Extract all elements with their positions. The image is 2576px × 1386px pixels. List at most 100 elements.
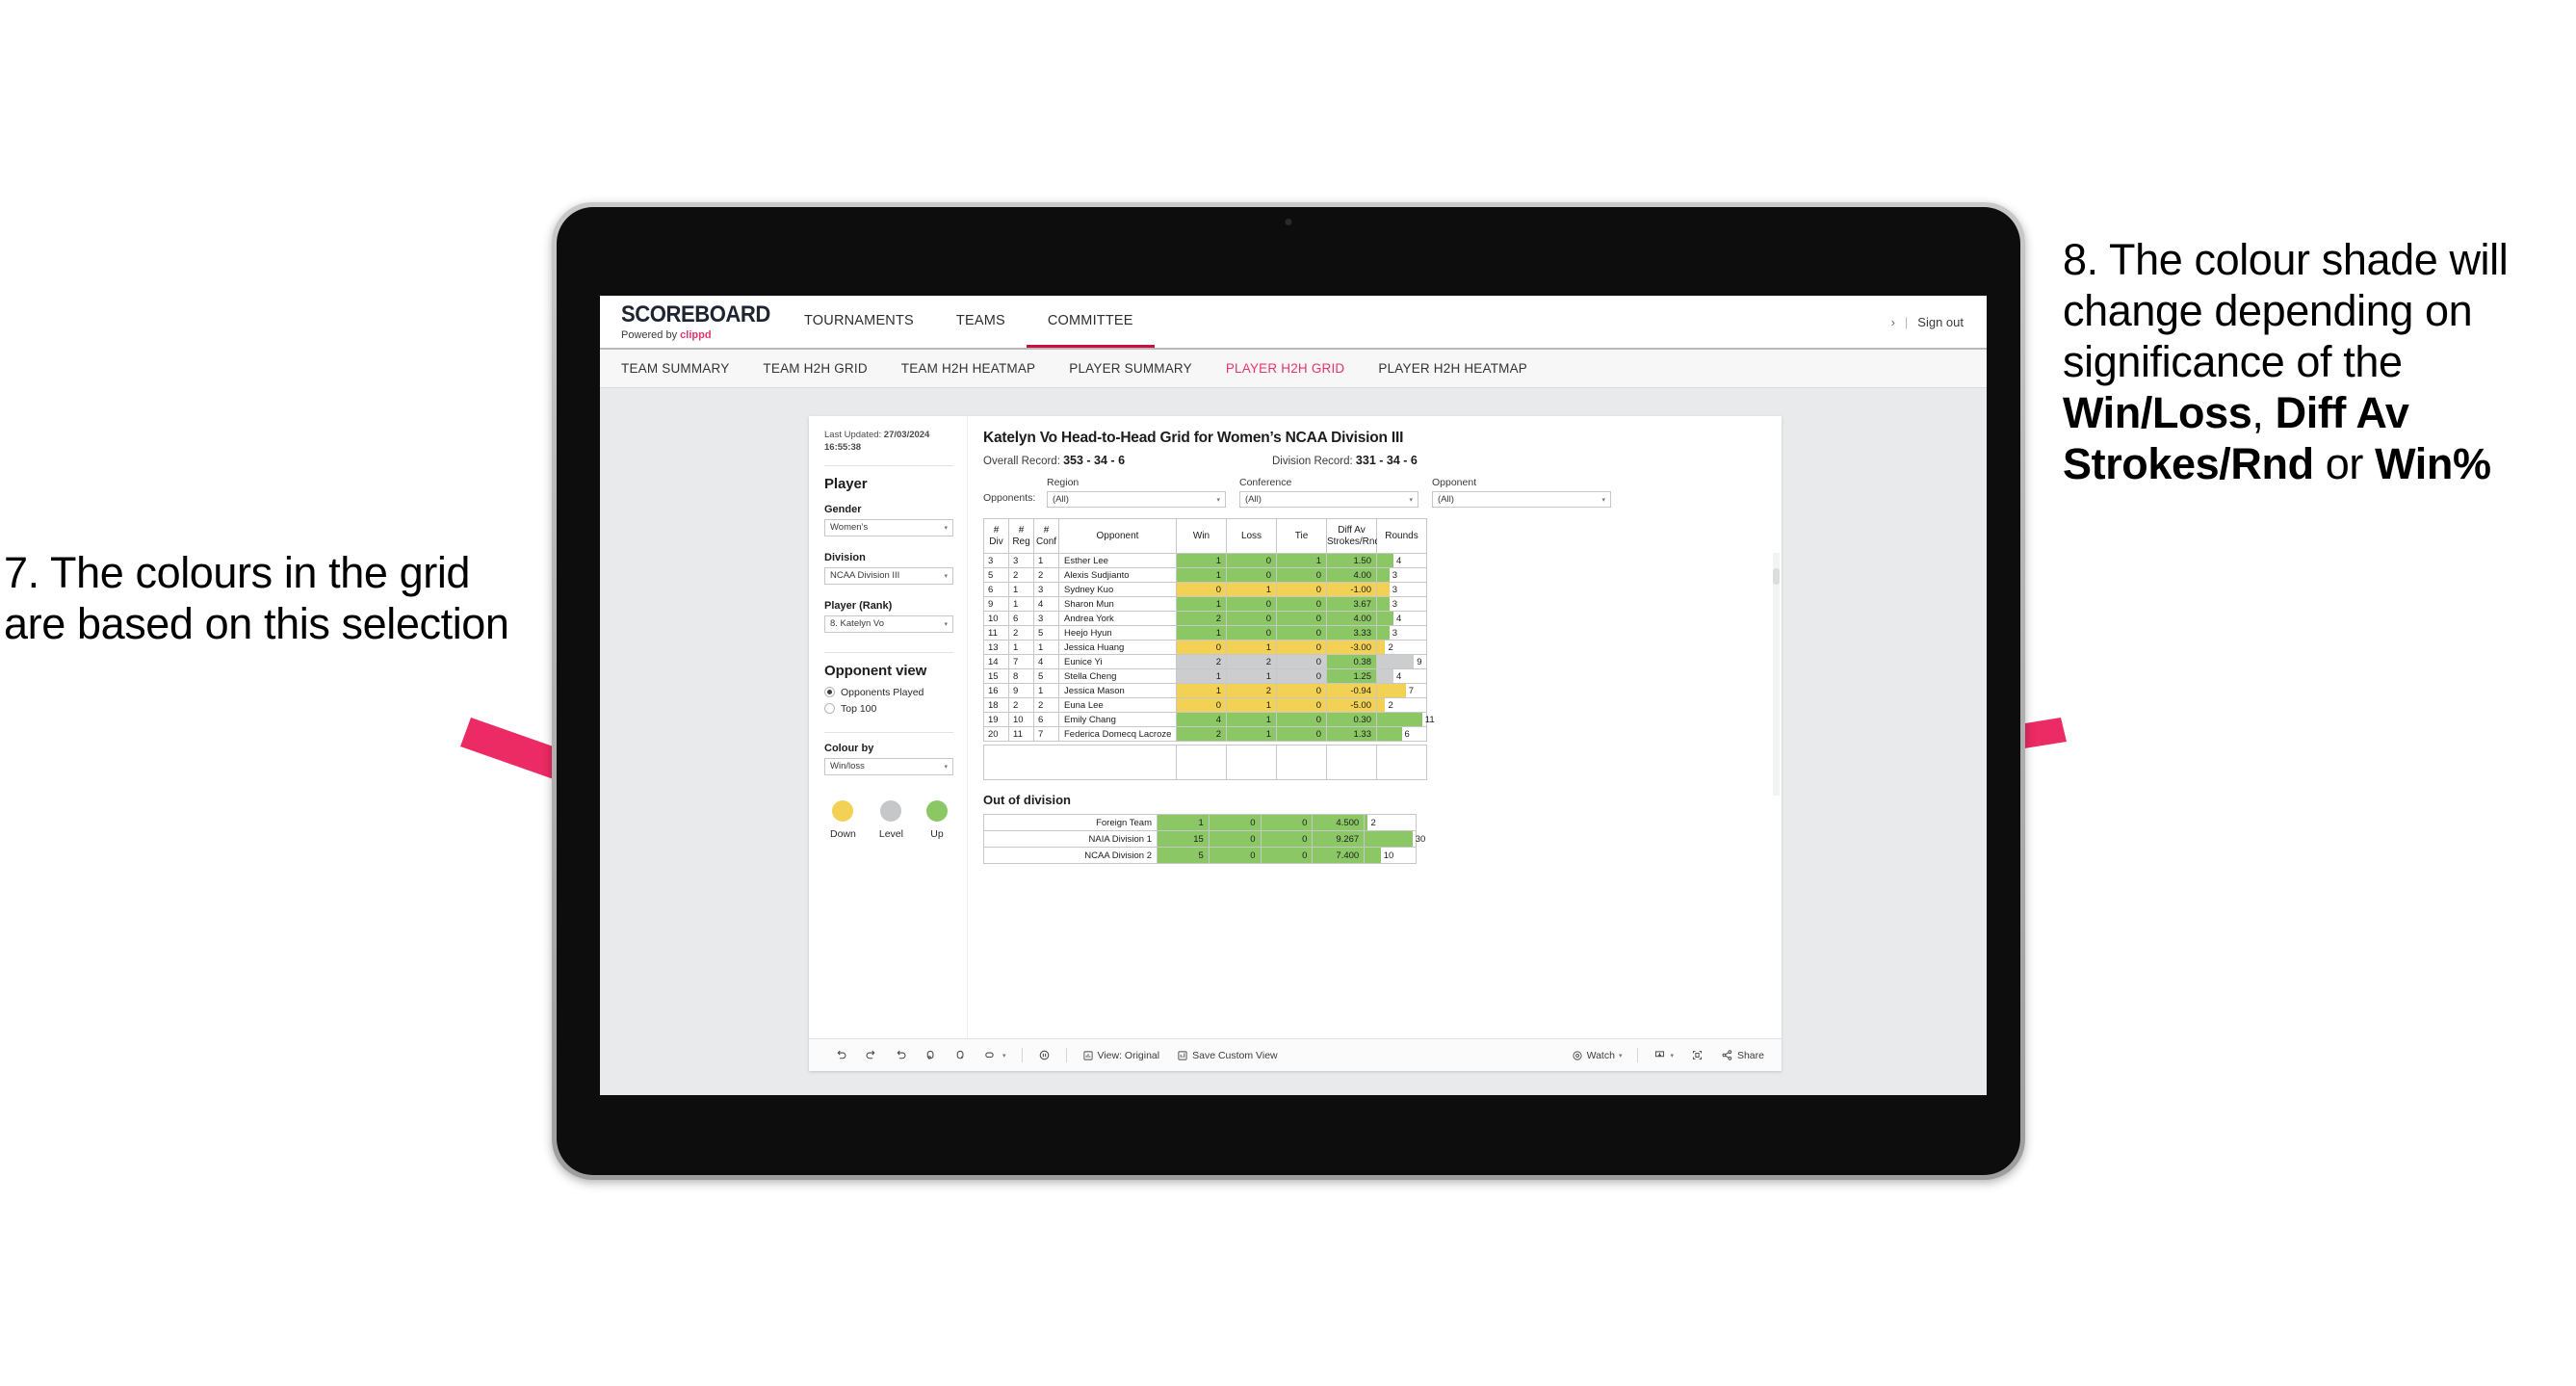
download-button[interactable]: ▾: [1645, 1049, 1682, 1061]
cell-tie: 0: [1260, 830, 1314, 848]
table-row[interactable]: 16 9 1 Jessica Mason 1 2 0 -0.94 7: [983, 683, 1427, 698]
nav-teams[interactable]: TEAMS: [935, 296, 1027, 348]
revert-button[interactable]: [886, 1049, 916, 1061]
subnav-player-h2h-grid[interactable]: PLAYER H2H GRID: [1226, 361, 1362, 376]
secondary-nav: TEAM SUMMARY TEAM H2H GRID TEAM H2H HEAT…: [600, 350, 1987, 388]
cell-div: 15: [983, 668, 1009, 684]
table-scrollbar-thumb[interactable]: [1773, 568, 1780, 585]
cell-loss: 0: [1226, 553, 1277, 568]
fullscreen-button[interactable]: [1682, 1049, 1712, 1061]
table-row[interactable]: 9 1 4 Sharon Mun 1 0 0 3.67 3: [983, 596, 1427, 612]
cell-tie: 0: [1276, 668, 1327, 684]
cell-opponent: Alexis Sudjianto: [1058, 567, 1177, 583]
cell-diff: 4.00: [1326, 611, 1377, 626]
share-button[interactable]: Share: [1712, 1049, 1782, 1061]
opponent-label: Opponent: [1432, 477, 1477, 488]
subnav-player-h2h-heatmap[interactable]: PLAYER H2H HEATMAP: [1378, 361, 1544, 376]
chevron-right-icon[interactable]: ›: [1891, 315, 1895, 329]
subnav-team-h2h-grid[interactable]: TEAM H2H GRID: [763, 361, 883, 376]
table-row[interactable]: 19 10 6 Emily Chang 4 1 0 0.30 11: [983, 712, 1435, 727]
annotation-8-sep1: ,: [2251, 388, 2276, 438]
cell-tie: 0: [1260, 814, 1314, 831]
gender-value: Women’s: [830, 522, 869, 534]
chevron-down-icon: ▾: [1618, 1052, 1623, 1059]
table-row[interactable]: 5 2 2 Alexis Sudjianto 1 0 0 4.00 3: [983, 567, 1427, 583]
cell-conf: 1: [1033, 683, 1059, 698]
radio-icon-selected: [824, 687, 835, 698]
region-select[interactable]: (All) ▾: [1047, 491, 1226, 508]
table-row[interactable]: 20 11 7 Federica Domecq Lacroze 2 1 0 1.33 6: [983, 726, 1427, 742]
watch-button[interactable]: Watch ▾: [1563, 1050, 1631, 1061]
divider-2: [824, 651, 953, 653]
subnav-player-h2h-heatmap-label: PLAYER H2H HEATMAP: [1378, 361, 1528, 376]
cell-tie: 1: [1276, 553, 1327, 568]
col-reg-l1: #: [1018, 525, 1025, 536]
cell-group-name: NCAA Division 2: [983, 847, 1158, 864]
colour-by-select[interactable]: Win/loss ▾: [824, 757, 953, 775]
colour-by-label: Colour by: [824, 742, 874, 754]
cell-div: 14: [983, 654, 1009, 669]
pause-auto-update-button[interactable]: [1029, 1049, 1059, 1061]
radio-top-100[interactable]: Top 100: [824, 703, 953, 715]
sign-out-link[interactable]: Sign out: [1917, 315, 1964, 329]
filler-cell: [1326, 745, 1377, 780]
pause-updates-button[interactable]: [946, 1049, 976, 1061]
col-rounds: Rounds: [1376, 518, 1427, 554]
out-of-division-row[interactable]: NCAA Division 2 5 0 0 7.400 10: [983, 847, 1417, 864]
h2h-table-wrap: #Div #Reg #Conf Opponent Win Loss Tie: [983, 518, 1780, 796]
highlight-button[interactable]: ▾: [976, 1049, 1015, 1061]
table-row[interactable]: 15 8 5 Stella Cheng 1 1 0 1.25 4: [983, 668, 1427, 684]
cell-loss: 0: [1208, 814, 1262, 831]
table-row[interactable]: 14 7 4 Eunice Yi 2 2 0 0.38 9: [983, 654, 1427, 669]
table-scrollbar[interactable]: [1773, 553, 1780, 796]
filler-cell: [1226, 745, 1277, 780]
brand-powered-prefix: Powered by: [621, 328, 681, 341]
out-of-division-row[interactable]: NAIA Division 1 15 0 0 9.267 30: [983, 830, 1425, 848]
cell-rounds: 4: [1376, 668, 1427, 684]
rounds-bar: [1377, 669, 1393, 683]
region-label: Region: [1047, 477, 1080, 488]
brand-title: SCOREBOARD: [621, 301, 770, 327]
undo-button[interactable]: [826, 1049, 856, 1061]
rounds-value: 11: [1424, 714, 1435, 725]
cell-conf: 1: [1033, 640, 1059, 655]
division-select[interactable]: NCAA Division III ▾: [824, 566, 953, 585]
brand-logo[interactable]: SCOREBOARD Powered by clippd: [600, 296, 783, 348]
cell-reg: 1: [1008, 640, 1034, 655]
table-row[interactable]: 13 1 1 Jessica Huang 0 1 0 -3.00 2: [983, 640, 1427, 655]
view-original-button[interactable]: View: Original: [1074, 1050, 1169, 1061]
subnav-team-h2h-heatmap[interactable]: TEAM H2H HEATMAP: [901, 361, 1052, 376]
cell-win: 1: [1176, 668, 1227, 684]
subnav-team-summary[interactable]: TEAM SUMMARY: [621, 361, 745, 376]
gender-select[interactable]: Women’s ▾: [824, 518, 953, 536]
refresh-data-button[interactable]: [916, 1049, 946, 1061]
chevron-down-icon: ▾: [1601, 496, 1605, 504]
opponent-select[interactable]: (All) ▾: [1432, 491, 1611, 508]
nav-tournaments[interactable]: TOURNAMENTS: [783, 296, 935, 348]
table-row[interactable]: 3 3 1 Esther Lee 1 0 1 1.50 4: [983, 553, 1427, 568]
cell-diff: 1.25: [1326, 668, 1377, 684]
filler-cell: [1176, 745, 1227, 780]
annotation-7-text: 7. The colours in the grid are based on …: [4, 548, 509, 649]
save-custom-view-button[interactable]: Save Custom View: [1168, 1050, 1287, 1061]
conference-select[interactable]: (All) ▾: [1239, 491, 1418, 508]
radio-opponents-played[interactable]: Opponents Played: [824, 687, 953, 698]
table-row[interactable]: 10 6 3 Andrea York 2 0 0 4.00 4: [983, 611, 1427, 626]
rounds-value: 3: [1392, 584, 1398, 595]
subnav-player-summary[interactable]: PLAYER SUMMARY: [1069, 361, 1209, 376]
cell-conf: 7: [1033, 726, 1059, 742]
table-row[interactable]: 6 1 3 Sydney Kuo 0 1 0 -1.00 3: [983, 582, 1427, 597]
table-row[interactable]: 18 2 2 Euna Lee 0 1 0 -5.00 2: [983, 697, 1427, 713]
chevron-down-icon: ▾: [944, 620, 948, 628]
nav-committee-label: COMMITTEE: [1047, 312, 1133, 328]
table-row[interactable]: 11 2 5 Heejo Hyun 1 0 0 3.33 3: [983, 625, 1427, 641]
redo-button[interactable]: [856, 1049, 886, 1061]
view-original-label: View: Original: [1097, 1049, 1160, 1061]
nav-committee[interactable]: COMMITTEE: [1026, 296, 1155, 348]
primary-nav: TOURNAMENTS TEAMS COMMITTEE: [783, 296, 1155, 348]
cell-diff: 3.67: [1326, 596, 1377, 612]
player-rank-select[interactable]: 8. Katelyn Vo ▾: [824, 615, 953, 633]
cell-tie: 0: [1276, 683, 1327, 698]
out-of-division-row[interactable]: Foreign Team 1 0 0 4.500 2: [983, 814, 1417, 831]
chevron-down-icon: ▾: [1670, 1052, 1674, 1059]
